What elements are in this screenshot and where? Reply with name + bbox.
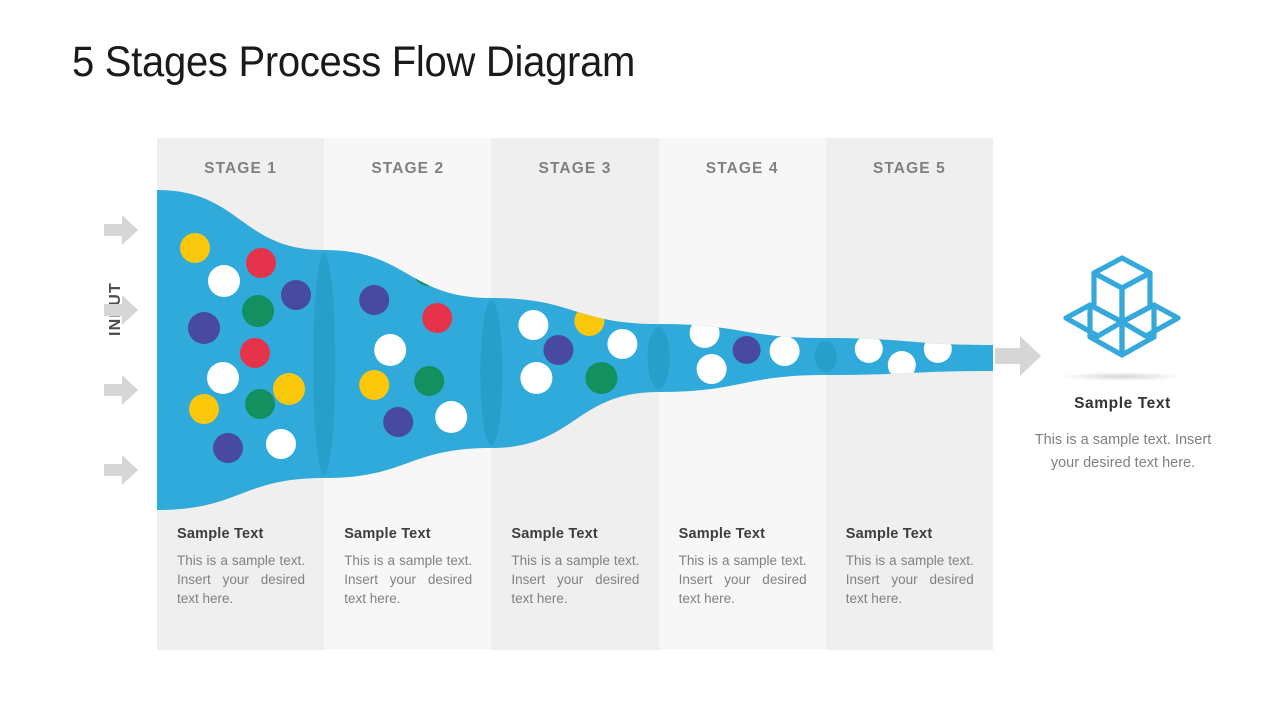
output-icon-shadow — [1062, 372, 1182, 381]
stage-caption-title-4: Sample Text — [678, 526, 766, 542]
funnel-divider-4 — [814, 341, 837, 372]
stage-caption-2: Sample Text This is a sample text. Inser… — [344, 526, 472, 608]
funnel-divider-2 — [480, 301, 503, 445]
funnel-dot — [188, 312, 220, 344]
funnel-dot — [246, 248, 276, 278]
funnel-dot — [607, 329, 638, 359]
funnel-dot — [240, 338, 270, 368]
stage-caption-body-5: This is a sample text. Insert your desir… — [845, 553, 974, 606]
open-box-icon — [1063, 255, 1181, 358]
funnel-dot — [520, 362, 553, 394]
funnel-dot — [245, 389, 275, 419]
funnel-dot — [854, 335, 883, 363]
input-arrow-icon-1 — [104, 215, 138, 245]
stage-caption-body-3: This is a sample text. Insert your desir… — [511, 553, 640, 606]
funnel-dot — [518, 310, 549, 340]
funnel-dot — [208, 265, 240, 297]
stages-board: STAGE 1 STAGE 2 STAGE 3 STAGE 4 STAGE 5 — [157, 138, 993, 650]
stage-caption-5: Sample Text This is a sample text. Inser… — [846, 526, 974, 608]
stage-caption-body-2: This is a sample text. Insert your desir… — [344, 553, 473, 606]
funnel-divider-3 — [647, 327, 670, 389]
funnel-dot — [413, 256, 444, 286]
stage-caption-title-5: Sample Text — [845, 526, 933, 542]
output-arrow-icon — [995, 336, 1041, 376]
input-arrow-icon-2 — [104, 295, 138, 325]
funnel-dot — [543, 335, 574, 365]
funnel-dot — [273, 373, 305, 405]
funnel-dot — [887, 351, 916, 379]
funnel-dot — [242, 295, 274, 327]
funnel-dot — [422, 303, 453, 333]
stage-caption-title-3: Sample Text — [511, 526, 598, 542]
stage-caption-body-1: This is a sample text. Insert your desir… — [177, 553, 305, 606]
funnel-dot — [359, 370, 390, 400]
stage-caption-3: Sample Text This is a sample text. Inser… — [511, 526, 639, 608]
funnel-dot — [435, 401, 468, 433]
stage-caption-4: Sample Text This is a sample text. Inser… — [679, 526, 807, 608]
output-title: Sample Text — [1074, 395, 1171, 412]
funnel-dot — [213, 433, 243, 463]
funnel-dot — [769, 336, 800, 366]
funnel-dot — [383, 407, 414, 437]
funnel-divider-1 — [313, 253, 336, 475]
funnel-dot — [732, 336, 761, 364]
stage-caption-title-2: Sample Text — [344, 526, 431, 542]
funnel-dot — [923, 335, 952, 363]
funnel-dot — [374, 334, 407, 366]
funnel-dot — [359, 285, 390, 315]
stage-caption-1: Sample Text This is a sample text. Inser… — [177, 526, 305, 608]
funnel-dot — [414, 366, 445, 396]
output-body: This is a sample text. Insert your desir… — [1034, 432, 1212, 471]
funnel-dot — [585, 362, 618, 394]
funnel-dot — [207, 362, 239, 394]
page-title: 5 Stages Process Flow Diagram — [72, 38, 636, 86]
funnel-dot — [180, 233, 210, 263]
input-arrow-icon-3 — [104, 375, 138, 405]
stage-caption-body-4: This is a sample text. Insert your desir… — [678, 553, 807, 606]
funnel-dot — [696, 354, 727, 384]
funnel-dot — [574, 306, 605, 336]
input-arrow-icon-4 — [104, 455, 138, 485]
funnel-dot — [266, 429, 296, 459]
funnel-dot — [189, 394, 219, 424]
funnel-dot — [281, 280, 311, 310]
slide-canvas: 5 Stages Process Flow Diagram INPUT STAG… — [0, 0, 1280, 720]
stage-caption-title-1: Sample Text — [177, 526, 264, 542]
funnel-dot — [689, 318, 720, 348]
